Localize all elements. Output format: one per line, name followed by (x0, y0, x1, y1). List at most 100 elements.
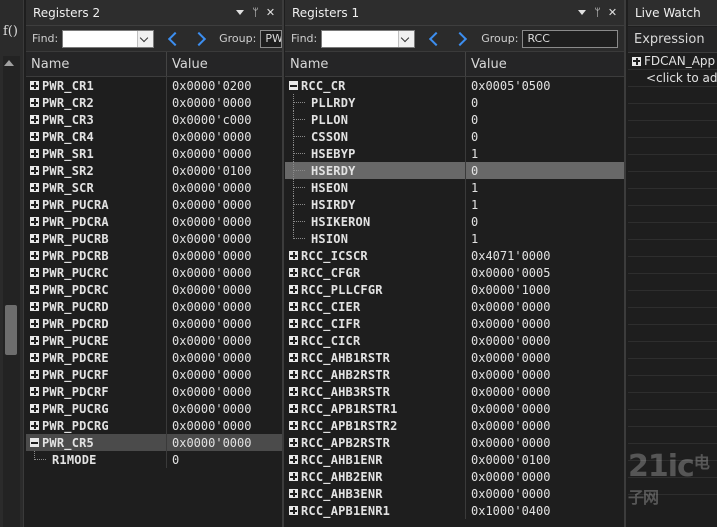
register-value[interactable]: 0x0000'0000 (167, 215, 251, 229)
empty-watch-row[interactable] (628, 257, 717, 274)
register-value[interactable]: 0 (466, 164, 478, 178)
empty-watch-row[interactable] (628, 189, 717, 206)
register-value[interactable]: 0x0000'0000 (167, 266, 251, 280)
expand-icon[interactable] (289, 455, 298, 464)
scrollbar-thumb[interactable] (5, 305, 17, 355)
register-row[interactable]: RCC_AHB2RSTR 0x0000'0000 (285, 366, 624, 383)
register-value[interactable]: 0x0000'0000 (466, 419, 550, 433)
close-icon[interactable]: ✕ (605, 6, 620, 19)
expand-icon[interactable] (30, 387, 39, 396)
register-row[interactable]: PWR_PUCRG 0x0000'0000 (26, 400, 282, 417)
expand-icon[interactable] (30, 268, 39, 277)
register-value[interactable]: 0 (466, 130, 478, 144)
register-value[interactable]: 0x0000'0100 (466, 453, 550, 467)
expand-icon[interactable] (289, 268, 298, 277)
expand-icon[interactable] (289, 489, 298, 498)
empty-watch-row[interactable] (628, 87, 717, 104)
register-value[interactable]: 0x0000'1000 (466, 283, 550, 297)
expand-icon[interactable] (30, 285, 39, 294)
value-column-header[interactable]: Value (167, 57, 208, 72)
expand-icon[interactable] (30, 132, 39, 141)
register-row[interactable]: RCC_AHB2ENR 0x0000'0000 (285, 468, 624, 485)
pin-icon[interactable]: ᛘ (590, 6, 605, 19)
find-previous-icon[interactable] (425, 30, 443, 48)
register-field-row[interactable]: HSEON 1 (285, 179, 624, 196)
register-row[interactable]: PWR_SCR 0x0000'0000 (26, 179, 282, 196)
register-value[interactable]: 0x0000'0000 (167, 385, 251, 399)
panel-menu-icon[interactable] (578, 10, 586, 15)
register-value[interactable]: 0 (466, 96, 478, 110)
click-to-add-label[interactable]: <click to add> (646, 71, 717, 85)
register-row[interactable]: RCC_AHB1RSTR 0x0000'0000 (285, 349, 624, 366)
register-row[interactable]: PWR_PUCRE 0x0000'0000 (26, 332, 282, 349)
find-input[interactable] (321, 29, 416, 48)
register-row[interactable]: PWR_PDCRD 0x0000'0000 (26, 315, 282, 332)
empty-watch-row[interactable] (628, 121, 717, 138)
register-field-row[interactable]: PLLON 0 (285, 111, 624, 128)
collapse-icon[interactable] (289, 81, 298, 90)
expand-icon[interactable] (289, 421, 298, 430)
collapse-icon[interactable] (30, 438, 39, 447)
register-value[interactable]: 0x0000'0000 (466, 351, 550, 365)
expand-icon[interactable] (30, 217, 39, 226)
expand-icon[interactable] (289, 404, 298, 413)
empty-watch-row[interactable] (628, 427, 717, 444)
empty-watch-row[interactable] (628, 104, 717, 121)
register-value[interactable]: 0x0000'0000 (466, 300, 550, 314)
register-value[interactable]: 0x0000'0000 (167, 232, 251, 246)
register-row[interactable]: PWR_PUCRF 0x0000'0000 (26, 366, 282, 383)
register-value[interactable]: 0x0000'0000 (167, 249, 251, 263)
register-row[interactable]: PWR_SR1 0x0000'0000 (26, 145, 282, 162)
register-value[interactable]: 0x0000'0000 (466, 487, 550, 501)
expand-icon[interactable] (289, 302, 298, 311)
register-value[interactable]: 0x1000'0400 (466, 504, 550, 518)
register-value[interactable]: 0x4071'0000 (466, 249, 550, 263)
expand-icon[interactable] (632, 56, 641, 66)
register-field-row[interactable]: HSIRDY 1 (285, 196, 624, 213)
register-value[interactable]: 0 (167, 453, 179, 467)
add-watch-row[interactable]: <click to add> (628, 70, 717, 87)
empty-watch-row[interactable] (628, 155, 717, 172)
expand-icon[interactable] (30, 353, 39, 362)
register-row[interactable]: RCC_AHB3ENR 0x0000'0000 (285, 485, 624, 502)
register-row[interactable]: PWR_PDCRG 0x0000'0000 (26, 417, 282, 434)
group-input[interactable]: PW (260, 29, 282, 48)
register-value[interactable]: 0 (466, 113, 478, 127)
register-value[interactable]: 0x0000'0000 (167, 351, 251, 365)
expand-icon[interactable] (30, 251, 39, 260)
function-icon[interactable]: f() (3, 24, 18, 39)
expand-icon[interactable] (30, 319, 39, 328)
expand-icon[interactable] (30, 98, 39, 107)
close-icon[interactable]: ✕ (263, 6, 278, 19)
scroll-up-arrow-icon[interactable] (4, 60, 14, 66)
empty-watch-row[interactable] (628, 410, 717, 427)
expand-icon[interactable] (289, 251, 298, 260)
register-value[interactable]: 0x0000'0000 (167, 96, 251, 110)
register-row[interactable]: PWR_SR2 0x0000'0100 (26, 162, 282, 179)
pin-icon[interactable]: ᛘ (248, 6, 263, 19)
register-value[interactable]: 0x0000'0000 (466, 368, 550, 382)
register-field-row[interactable]: HSIKERON 0 (285, 213, 624, 230)
expand-icon[interactable] (30, 115, 39, 124)
register-row[interactable]: RCC_CR 0x0005'0500 (285, 77, 624, 94)
register-value[interactable]: 0x0000'0000 (167, 436, 251, 450)
empty-watch-row[interactable] (628, 342, 717, 359)
empty-watch-row[interactable] (628, 308, 717, 325)
find-previous-icon[interactable] (164, 30, 182, 48)
expand-icon[interactable] (30, 302, 39, 311)
expand-icon[interactable] (30, 234, 39, 243)
register-row[interactable]: RCC_AHB1ENR 0x0000'0100 (285, 451, 624, 468)
group-input[interactable]: RCC (522, 29, 619, 48)
scrollbar-track[interactable] (3, 56, 20, 527)
register-row[interactable]: PWR_PUCRC 0x0000'0000 (26, 264, 282, 281)
register-value[interactable]: 0x0000'0000 (167, 368, 251, 382)
register-row[interactable]: PWR_CR2 0x0000'0000 (26, 94, 282, 111)
register-row[interactable]: RCC_APB1RSTR1 0x0000'0000 (285, 400, 624, 417)
register-row[interactable]: PWR_PDCRC 0x0000'0000 (26, 281, 282, 298)
chevron-down-icon[interactable] (398, 30, 415, 47)
expression-column-header[interactable]: Expression (628, 27, 717, 53)
empty-watch-row[interactable] (628, 274, 717, 291)
register-row[interactable]: PWR_CR4 0x0000'0000 (26, 128, 282, 145)
register-value[interactable]: 0x0000'0000 (167, 198, 251, 212)
register-row[interactable]: RCC_APB1ENR1 0x1000'0400 (285, 502, 624, 519)
